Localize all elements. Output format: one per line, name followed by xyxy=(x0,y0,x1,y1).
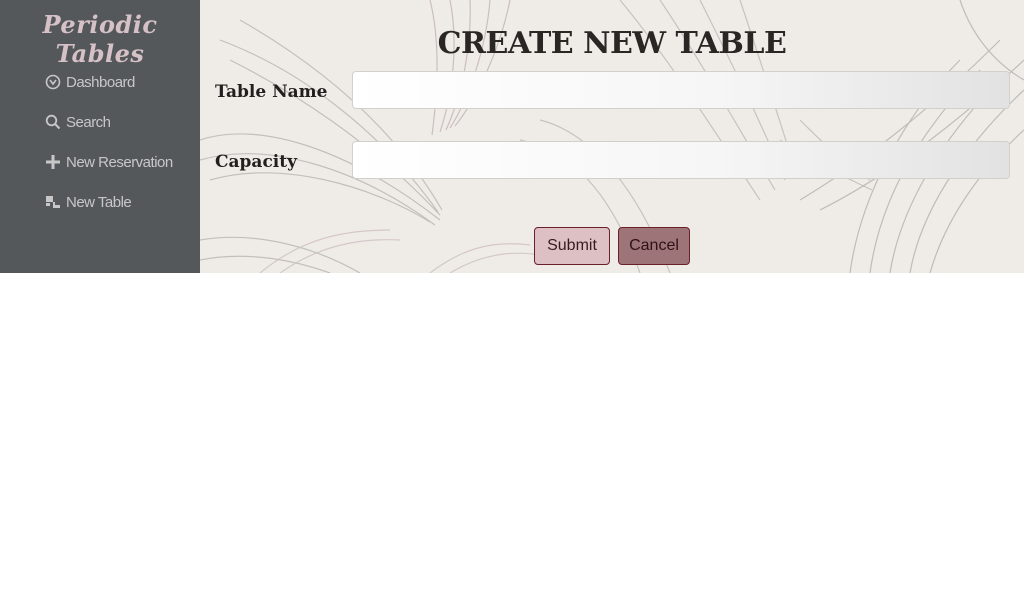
sidebar-item-dashboard[interactable]: Dashboard xyxy=(44,62,173,102)
search-icon xyxy=(44,113,62,131)
capacity-label: Capacity xyxy=(215,152,297,172)
plus-icon xyxy=(44,153,62,171)
sidebar-nav: Dashboard Search New Reservation New Tab… xyxy=(44,62,173,222)
table-name-label: Table Name xyxy=(215,82,328,102)
submit-button[interactable]: Submit xyxy=(534,227,610,265)
sidebar-item-label: Search xyxy=(66,113,111,131)
brand-title[interactable]: Periodic Tables xyxy=(0,10,200,68)
table-icon xyxy=(44,193,62,211)
sidebar-item-label: New Table xyxy=(66,193,132,211)
table-name-input[interactable] xyxy=(352,71,1010,109)
cancel-button[interactable]: Cancel xyxy=(618,227,690,265)
sidebar-item-label: New Reservation xyxy=(66,153,173,171)
main-content: CREATE NEW TABLE Table Name Capacity Sub… xyxy=(200,0,1024,273)
page-title: CREATE NEW TABLE xyxy=(437,26,787,61)
sidebar: Periodic Tables Dashboard Search New Res… xyxy=(0,0,200,273)
dashboard-icon xyxy=(44,73,62,91)
sidebar-item-search[interactable]: Search xyxy=(44,102,173,142)
sidebar-item-label: Dashboard xyxy=(66,73,135,91)
sidebar-item-new-reservation[interactable]: New Reservation xyxy=(44,142,173,182)
app-window: Periodic Tables Dashboard Search New Res… xyxy=(0,0,1024,273)
capacity-input[interactable] xyxy=(352,141,1010,179)
sidebar-item-new-table[interactable]: New Table xyxy=(44,182,173,222)
